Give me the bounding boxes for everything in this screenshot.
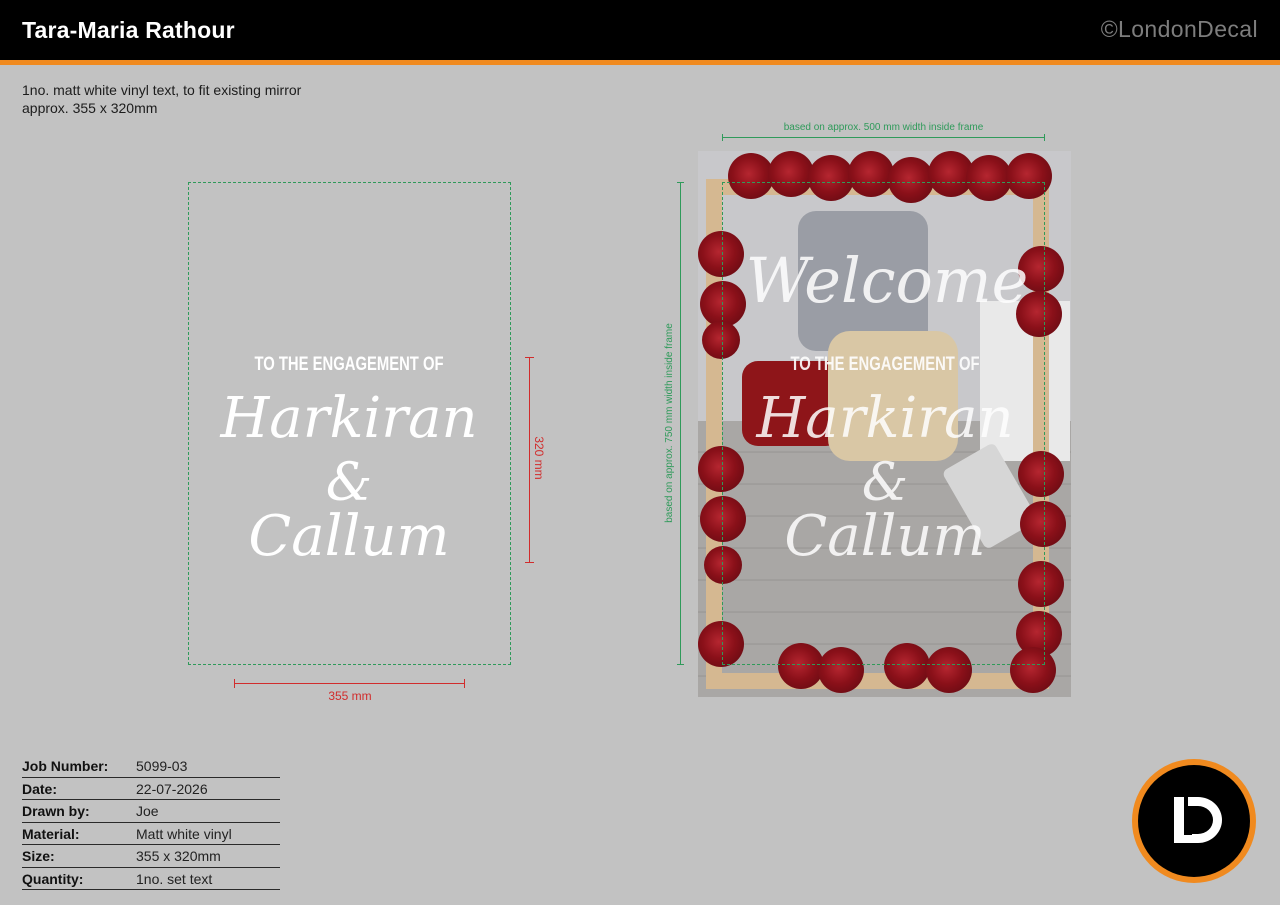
header-bar: Tara-Maria Rathour ©LondonDecal: [0, 0, 1280, 60]
spec-label: Size:: [22, 848, 55, 864]
spec-value: 22-07-2026: [136, 780, 208, 797]
spec-row-job-number: Job Number: 5099-03: [22, 755, 280, 778]
spec-row-quantity: Quantity: 1no. set text: [22, 868, 280, 890]
description-line-2: approx. 355 x 320mm: [22, 100, 158, 116]
height-dimension-label: 320 mm: [532, 436, 546, 480]
copyright-text: ©LondonDecal: [1100, 16, 1258, 42]
name-harkiran: Harkiran: [220, 386, 478, 451]
spec-value: Joe: [136, 803, 159, 819]
mockup-name-callum: Callum: [784, 504, 986, 569]
spec-label: Drawn by:: [22, 803, 90, 819]
spec-label: Date:: [22, 780, 58, 797]
width-dimension-line: [234, 679, 465, 688]
spec-label: Material:: [22, 825, 80, 842]
spec-row-size: Size: 355 x 320mm: [22, 845, 280, 868]
client-name: Tara-Maria Rathour: [22, 17, 235, 43]
job-description: 1no. matt white vinyl text, to fit exist…: [22, 81, 301, 117]
engagement-heading: TO THE ENGAGEMENT OF: [254, 354, 444, 375]
mockup-engagement-heading: TO THE ENGAGEMENT OF: [790, 354, 980, 375]
mockup-width-line: [722, 134, 1045, 141]
londondecal-logo: [1132, 759, 1256, 883]
job-spec-table: Job Number: 5099-03 Date: 22-07-2026 Dra…: [22, 755, 280, 890]
spec-value: 355 x 320mm: [136, 848, 221, 864]
name-callum: Callum: [248, 504, 450, 569]
spec-label: Quantity:: [22, 870, 84, 887]
spec-value: Matt white vinyl: [136, 825, 232, 842]
mockup-width-note: based on approx. 500 mm width inside fra…: [783, 122, 984, 133]
spec-row-material: Material: Matt white vinyl: [22, 823, 280, 845]
mockup-height-note: based on approx. 750 mm width inside fra…: [664, 323, 675, 523]
mockup-welcome: Welcome: [745, 244, 1029, 317]
spec-row-drawn-by: Drawn by: Joe: [22, 800, 280, 823]
ld-logo-icon: [1174, 797, 1222, 843]
header-accent-stripe: [0, 60, 1280, 65]
spec-label: Job Number:: [22, 758, 109, 774]
spec-value: 5099-03: [136, 758, 188, 774]
mockup-name-harkiran: Harkiran: [756, 386, 1014, 451]
mockup-height-line: [677, 182, 684, 665]
spec-row-date: Date: 22-07-2026: [22, 778, 280, 800]
width-dimension-label: 355 mm: [328, 689, 372, 703]
spec-value: 1no. set text: [136, 870, 213, 887]
description-line-1: 1no. matt white vinyl text, to fit exist…: [22, 82, 302, 98]
